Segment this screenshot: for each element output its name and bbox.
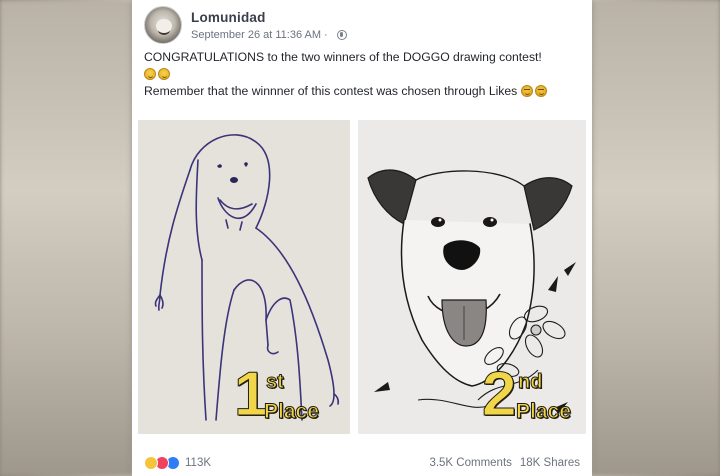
shares-count-link[interactable]: 18K Shares <box>520 457 580 469</box>
reaction-count: 113K <box>185 457 212 469</box>
background-blur-left <box>0 0 132 476</box>
reaction-summary[interactable]: 113K <box>144 456 211 470</box>
post-text-line-2-content: Remember that the winnner of this contes… <box>144 84 518 98</box>
first-place-word: Place <box>264 400 320 423</box>
crying-laughing-emoji-icon <box>534 85 547 97</box>
second-place-digit: 2 <box>481 360 517 429</box>
first-place-suffix-text: st <box>266 371 285 393</box>
post-text: CONGRATULATIONS to the two winners of th… <box>144 49 584 100</box>
post-text-line-1: CONGRATULATIONS to the two winners of th… <box>144 49 584 66</box>
separator-dot: · <box>324 28 328 41</box>
first-place-drawing[interactable]: 1 st Place <box>138 120 350 434</box>
laughing-cat-emoji-icon <box>144 68 156 80</box>
post-text-line-1-content: CONGRATULATIONS to the two winners of th… <box>144 50 542 64</box>
post-text-line-2: Remember that the winnner of this contes… <box>144 83 584 100</box>
background-blur-right <box>592 0 720 476</box>
post-stats: 3.5K Comments 18K Shares <box>429 457 580 469</box>
facebook-post: Lomunidad September 26 at 11:36 AM · CON… <box>132 0 592 476</box>
second-place-suffix-text: nd <box>517 371 543 393</box>
realistic-dog-drawing <box>358 120 586 434</box>
post-images: 1 st Place 2 nd Place <box>138 120 586 434</box>
crying-laughing-emoji-icon <box>520 85 533 97</box>
first-place-word-text: Place <box>264 400 320 423</box>
post-timestamp[interactable]: September 26 at 11:36 AM <box>191 29 321 41</box>
second-place-number: 2 <box>481 363 516 426</box>
emoji-row <box>144 66 584 83</box>
post-meta: Lomunidad September 26 at 11:36 AM · <box>191 10 347 41</box>
haha-reaction-icon <box>144 456 158 470</box>
comments-count-link[interactable]: 3.5K Comments <box>429 457 511 469</box>
second-place-word: Place <box>516 400 572 423</box>
first-place-suffix: st <box>266 371 285 393</box>
post-subline: September 26 at 11:36 AM · <box>191 29 347 41</box>
post-footer: 113K 3.5K Comments 18K Shares <box>144 454 580 472</box>
second-place-word-text: Place <box>516 400 572 423</box>
laughing-cat-emoji-icon <box>158 68 170 80</box>
second-place-suffix: nd <box>517 371 543 393</box>
globe-icon <box>336 29 347 40</box>
page-name[interactable]: Lomunidad <box>191 10 347 25</box>
second-place-drawing[interactable]: 2 nd Place <box>358 120 586 434</box>
post-header: Lomunidad September 26 at 11:36 AM · <box>144 5 347 45</box>
page-avatar[interactable] <box>144 6 182 44</box>
